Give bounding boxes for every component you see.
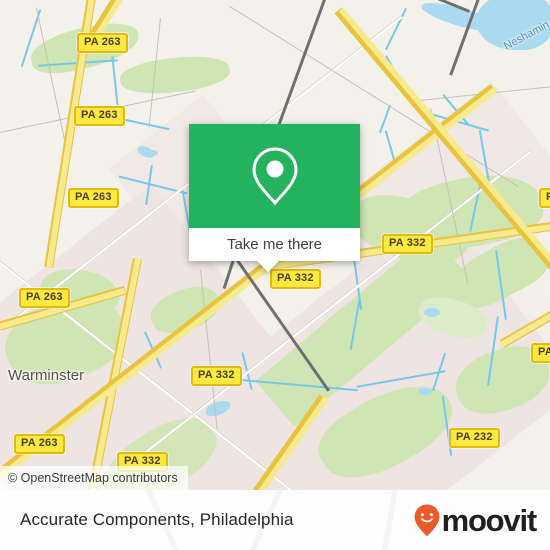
map-attribution[interactable]: © OpenStreetMap contributors bbox=[0, 466, 188, 490]
road-shield-pa-clipped[interactable]: P bbox=[539, 188, 550, 208]
popup-marker-area bbox=[189, 124, 360, 228]
map-pin-icon bbox=[251, 147, 298, 206]
road-shield-pa263[interactable]: PA 263 bbox=[74, 106, 125, 126]
road-shield-pa263[interactable]: PA 263 bbox=[14, 434, 65, 454]
road-shield-pa-clipped[interactable]: PA bbox=[531, 343, 550, 363]
road-shield-pa263[interactable]: PA 263 bbox=[19, 288, 70, 308]
road-shield-pa332[interactable]: PA 332 bbox=[191, 366, 242, 386]
place-label-warminster: Warminster bbox=[8, 367, 85, 384]
moovit-wordmark: moovit bbox=[441, 502, 538, 538]
water-pond bbox=[148, 150, 158, 156]
attribution-text: © OpenStreetMap contributors bbox=[8, 471, 178, 485]
road-shield-pa332[interactable]: PA 332 bbox=[382, 234, 433, 254]
page-title: Accurate Components, Philadelphia bbox=[20, 510, 294, 529]
water-pond bbox=[418, 388, 432, 395]
location-popup[interactable]: Take me there bbox=[189, 124, 360, 272]
moovit-pin-smile-icon bbox=[414, 504, 439, 536]
take-me-there-button[interactable]: Take me there bbox=[189, 228, 360, 261]
road-shield-pa232[interactable]: PA 232 bbox=[449, 428, 500, 448]
footer-bar: Accurate Components, Philadelphia moovit bbox=[0, 490, 550, 550]
moovit-map-screenshot: Neshamin Warminster PA 263 PA 263 PA 263… bbox=[0, 0, 550, 550]
road-shield-pa263[interactable]: PA 263 bbox=[77, 33, 128, 53]
road-shield-pa332[interactable]: PA 332 bbox=[270, 269, 321, 289]
moovit-logo[interactable]: moovit bbox=[414, 502, 538, 538]
water-pond bbox=[424, 308, 440, 317]
road-shield-pa263[interactable]: PA 263 bbox=[68, 188, 119, 208]
popup-tail bbox=[257, 261, 279, 272]
map-canvas[interactable]: Neshamin Warminster PA 263 PA 263 PA 263… bbox=[0, 0, 550, 490]
